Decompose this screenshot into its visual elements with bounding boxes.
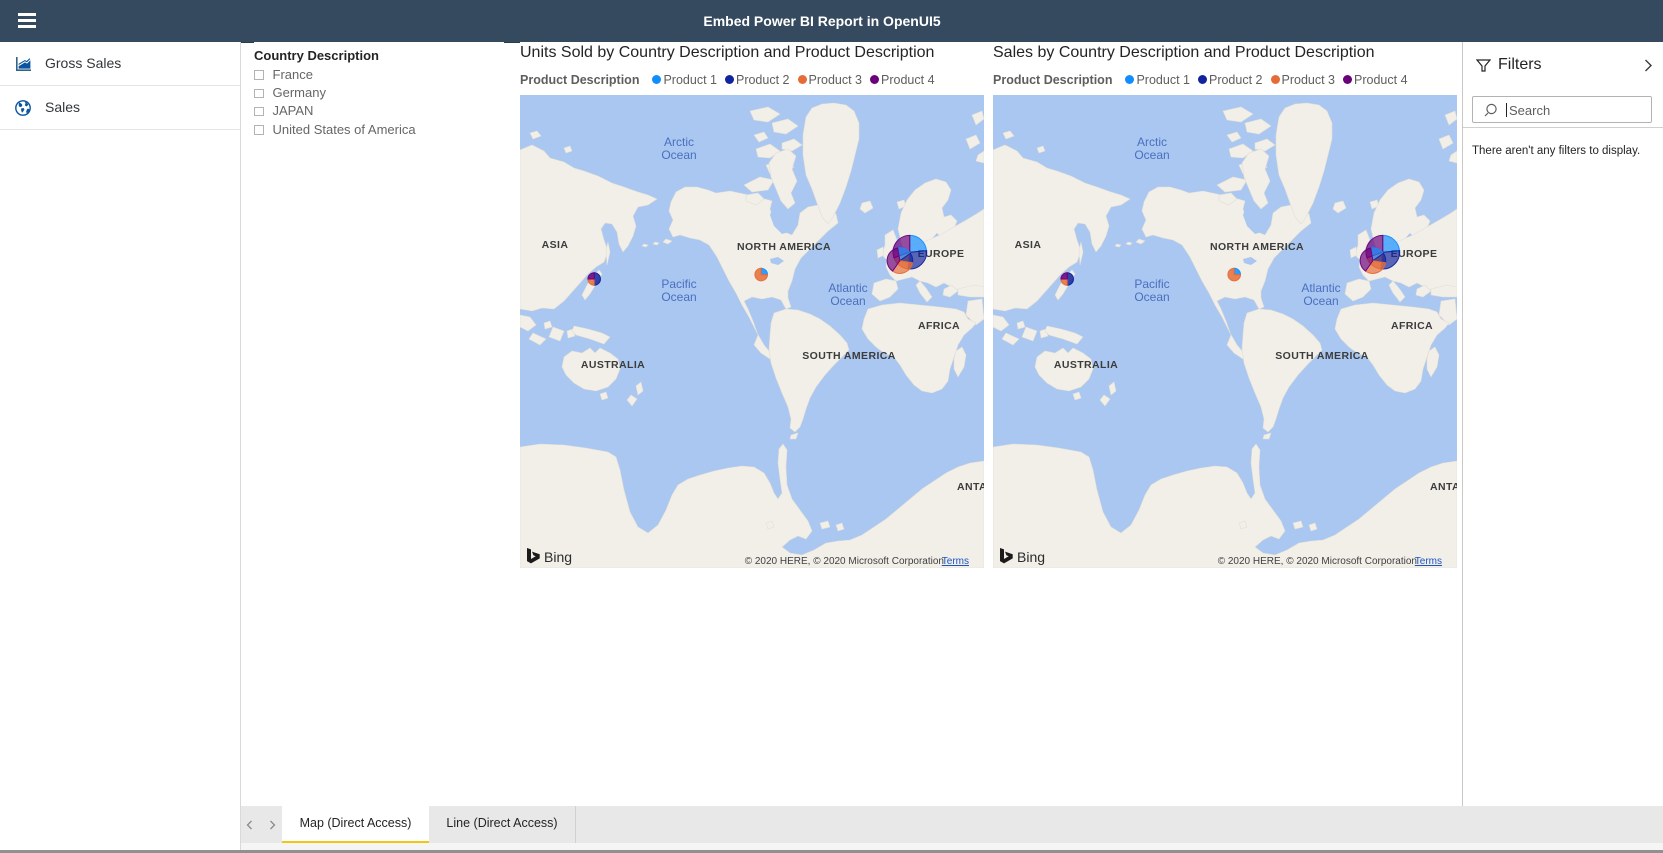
svg-text:Atlantic: Atlantic: [828, 281, 867, 295]
svg-text:SOUTH AMERICA: SOUTH AMERICA: [1275, 350, 1368, 362]
svg-text:Ocean: Ocean: [830, 294, 865, 308]
svg-text:AFRICA: AFRICA: [918, 320, 960, 332]
svg-text:Ocean: Ocean: [661, 148, 696, 162]
svg-text:NORTH AMERICA: NORTH AMERICA: [1210, 241, 1304, 253]
svg-text:NORTH AMERICA: NORTH AMERICA: [737, 241, 831, 253]
svg-text:Pacific: Pacific: [661, 277, 696, 291]
svg-text:AUSTRALIA: AUSTRALIA: [581, 359, 645, 371]
svg-text:Bing: Bing: [544, 549, 572, 565]
svg-text:Arctic: Arctic: [664, 135, 694, 149]
svg-text:Ocean: Ocean: [1134, 148, 1169, 162]
svg-text:Pacific: Pacific: [1134, 277, 1169, 291]
svg-text:Ocean: Ocean: [661, 290, 696, 304]
svg-text:Atlantic: Atlantic: [1301, 281, 1340, 295]
svg-text:Bing: Bing: [1017, 549, 1045, 565]
svg-text:© 2020 HERE, © 2020 Microsoft: © 2020 HERE, © 2020 Microsoft Corporatio…: [1218, 556, 1417, 567]
svg-text:ASIA: ASIA: [542, 239, 569, 251]
svg-text:Ocean: Ocean: [1303, 294, 1338, 308]
svg-text:SOUTH AMERICA: SOUTH AMERICA: [802, 350, 895, 362]
svg-text:AUSTRALIA: AUSTRALIA: [1054, 359, 1118, 371]
svg-text:Terms: Terms: [1415, 556, 1442, 567]
svg-text:Ocean: Ocean: [1134, 290, 1169, 304]
svg-text:ASIA: ASIA: [1015, 239, 1042, 251]
svg-text:© 2020 HERE, © 2020 Microsoft: © 2020 HERE, © 2020 Microsoft Corporatio…: [745, 556, 944, 567]
svg-text:ANTARCTICA: ANTARCTICA: [957, 481, 984, 493]
svg-text:Arctic: Arctic: [1137, 135, 1167, 149]
svg-text:ANTARCTICA: ANTARCTICA: [1430, 481, 1457, 493]
svg-text:AFRICA: AFRICA: [1391, 320, 1433, 332]
svg-text:Terms: Terms: [942, 556, 969, 567]
